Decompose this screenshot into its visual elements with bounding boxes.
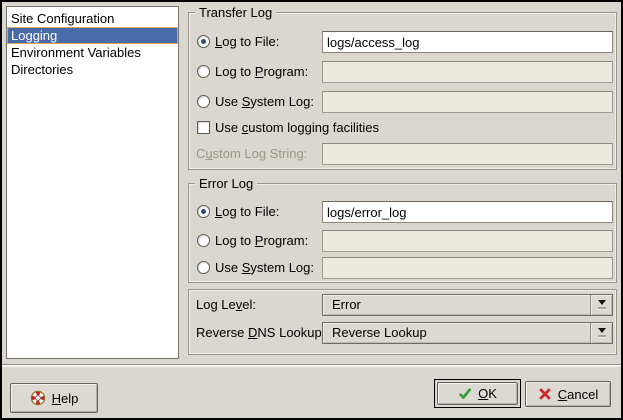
log-level-dropdown[interactable]: Error — [322, 294, 613, 316]
help-life-preserver-icon — [30, 390, 46, 406]
ok-button[interactable]: OK — [437, 382, 518, 405]
custom-log-string-input[interactable] — [322, 143, 613, 165]
help-label: Help — [52, 391, 79, 406]
help-button[interactable]: Help — [10, 383, 98, 413]
error-log-to-program-label: Log to Program: — [215, 230, 308, 252]
section-list: Site Configuration Logging Environment V… — [6, 6, 179, 359]
error-log-program-input[interactable] — [322, 230, 613, 252]
transfer-use-system-log-label: Use System Log: — [215, 91, 314, 113]
transfer-system-log-input[interactable] — [322, 91, 613, 113]
error-log-to-program-radio[interactable] — [197, 234, 210, 247]
transfer-log-to-program-radio[interactable] — [197, 65, 210, 78]
ok-checkmark-icon — [458, 387, 472, 401]
reverse-dns-label: Reverse DNS Lookup: — [196, 322, 325, 344]
dropdown-arrow-icon — [590, 323, 612, 343]
error-log-to-file-radio[interactable] — [197, 205, 210, 218]
ok-label: OK — [478, 386, 497, 401]
ok-default-ring: OK — [434, 379, 521, 408]
reverse-dns-dropdown[interactable]: Reverse Lookup — [322, 322, 613, 344]
button-separator — [2, 364, 621, 367]
radio-dot — [201, 209, 206, 214]
error-use-system-log-radio[interactable] — [197, 261, 210, 274]
error-log-file-input[interactable] — [322, 201, 613, 223]
custom-facilities-checkbox[interactable] — [197, 121, 210, 134]
cancel-label: Cancel — [558, 387, 598, 402]
transfer-log-title: Transfer Log — [195, 5, 276, 20]
custom-facilities-label: Use custom logging facilities — [215, 117, 379, 139]
error-use-system-log-label: Use System Log: — [215, 257, 314, 279]
error-log-frame: Error Log Log to File: Log to Program: U… — [188, 183, 617, 283]
transfer-log-to-file-radio[interactable] — [197, 35, 210, 48]
transfer-log-program-input[interactable] — [322, 61, 613, 83]
sidebar-item-site-configuration[interactable]: Site Configuration — [7, 10, 178, 27]
reverse-dns-value: Reverse Lookup — [332, 323, 427, 343]
error-log-title: Error Log — [195, 176, 257, 191]
cancel-x-icon — [538, 387, 552, 401]
httpd-logging-dialog: Site Configuration Logging Environment V… — [0, 0, 623, 420]
transfer-use-system-log-radio[interactable] — [197, 95, 210, 108]
log-options-frame: Log Level: Error Reverse DNS Lookup: Rev… — [188, 289, 617, 355]
radio-dot — [201, 39, 206, 44]
log-level-label: Log Level: — [196, 294, 256, 316]
dropdown-arrow-icon — [590, 295, 612, 315]
sidebar-item-directories[interactable]: Directories — [7, 61, 178, 78]
transfer-log-file-input[interactable] — [322, 31, 613, 53]
error-system-log-input[interactable] — [322, 257, 613, 279]
custom-log-string-label: Custom Log String: — [196, 143, 307, 165]
transfer-log-to-program-label: Log to Program: — [215, 61, 308, 83]
sidebar-item-environment-variables[interactable]: Environment Variables — [7, 44, 178, 61]
cancel-button[interactable]: Cancel — [525, 381, 611, 407]
transfer-log-to-file-label: Log to File: — [215, 31, 279, 53]
transfer-log-frame: Transfer Log Log to File: Log to Program… — [188, 12, 617, 170]
sidebar-item-logging[interactable]: Logging — [7, 27, 178, 44]
log-level-value: Error — [332, 295, 361, 315]
error-log-to-file-label: Log to File: — [215, 201, 279, 223]
